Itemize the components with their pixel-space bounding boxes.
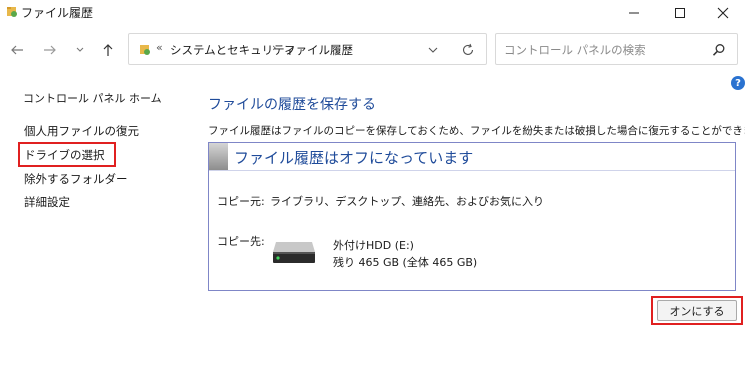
close-button[interactable] [700, 0, 745, 26]
minimize-icon [629, 12, 639, 14]
up-button[interactable] [96, 38, 120, 62]
drive-space: 残り 465 GB (全体 465 GB) [333, 256, 478, 269]
help-icon[interactable]: ? [731, 76, 745, 90]
title-bar: ファイル履歴 [0, 0, 745, 26]
minimize-button[interactable] [611, 0, 657, 26]
chevron-down-icon [428, 47, 438, 53]
maximize-button[interactable] [657, 0, 703, 26]
breadcrumb-file-history[interactable]: ファイル履歴 [284, 42, 353, 58]
status-title: ファイル履歴はオフになっています [234, 149, 474, 167]
arrow-up-icon [103, 44, 113, 56]
address-bar[interactable]: « システムとセキュリティ › ファイル履歴 [128, 33, 487, 65]
control-panel-home-link[interactable]: コントロール パネル ホーム [23, 90, 162, 106]
copy-to-label: コピー先: [217, 235, 265, 248]
refresh-button[interactable] [459, 41, 477, 59]
breadcrumb-overflow[interactable]: « [156, 41, 163, 54]
copy-from-value: ライブラリ、デスクトップ、連絡先、およびお気に入り [270, 195, 545, 208]
chevron-down-icon [76, 47, 84, 52]
turn-on-button[interactable]: オンにする [657, 300, 737, 321]
navigation-bar: « システムとセキュリティ › ファイル履歴 コントロール パネルの検索 [0, 32, 745, 68]
page-title: ファイルの履歴を保存する [208, 97, 376, 113]
copy-from-label: コピー元: [217, 195, 265, 208]
forward-button[interactable] [38, 38, 62, 62]
address-dropdown-button[interactable] [425, 42, 441, 58]
status-indicator-stripe [209, 143, 228, 170]
file-history-status-panel: ファイル履歴はオフになっています コピー元: ライブラリ、デスクトップ、連絡先、… [208, 142, 736, 291]
arrow-left-icon [11, 45, 23, 55]
sidebar-item-select-drive[interactable]: ドライブの選択 [24, 147, 105, 163]
sidebar-item-exclude-folders[interactable]: 除外するフォルダー [24, 171, 128, 187]
sidebar-item-restore-personal-files[interactable]: 個人用ファイルの復元 [24, 123, 139, 139]
page-description: ファイル履歴はファイルのコピーを保存しておくため、ファイルを紛失または破損した場… [208, 125, 745, 137]
breadcrumb-chevron-icon[interactable]: › [272, 41, 276, 54]
sidebar-item-advanced-settings[interactable]: 詳細設定 [24, 194, 70, 210]
search-box[interactable]: コントロール パネルの検索 [495, 33, 738, 65]
window-title: ファイル履歴 [21, 6, 94, 20]
close-icon [717, 7, 729, 19]
control-panel-folder-icon [140, 45, 150, 55]
recent-locations-button[interactable] [68, 38, 92, 62]
file-history-app-icon [7, 7, 17, 17]
search-icon[interactable] [711, 42, 727, 58]
status-header: ファイル履歴はオフになっています [209, 143, 735, 171]
maximize-icon [675, 8, 685, 18]
drive-name: 外付けHDD (E:) [333, 239, 414, 252]
refresh-icon [462, 43, 474, 55]
back-button[interactable] [5, 38, 29, 62]
search-input[interactable]: コントロール パネルの検索 [504, 42, 646, 58]
breadcrumb-system-security[interactable]: システムとセキュリティ [170, 42, 295, 58]
external-drive-icon [273, 242, 315, 263]
arrow-right-icon [44, 45, 56, 55]
